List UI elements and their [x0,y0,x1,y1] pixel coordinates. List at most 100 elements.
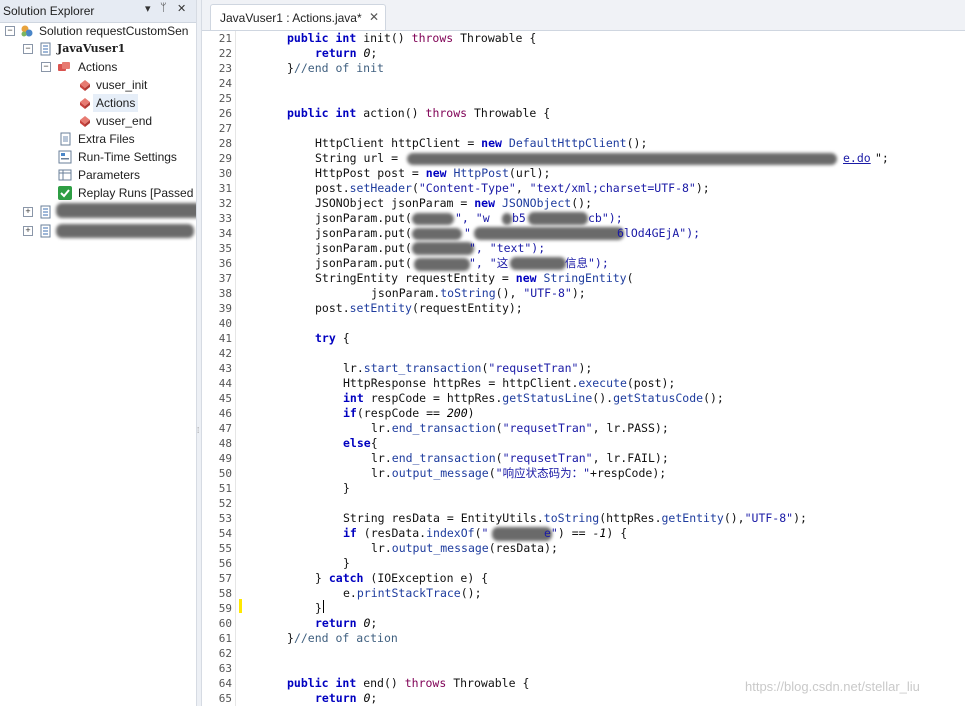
line-number: 38 [218,287,232,300]
tree-node-actions-folder[interactable]: − Actions [0,58,196,76]
line-number: 39 [218,302,232,315]
code-line: jsonParam.put( [315,256,412,270]
redaction-blur [528,212,588,225]
code-line: String url = [315,151,406,165]
solution-icon [21,25,33,37]
parameters-label: Parameters [78,168,141,182]
code-line: ", "w [455,211,490,225]
parameters-icon [58,169,72,181]
solution-explorer-title: Solution Explorer [3,4,95,18]
tree-node-redacted-script[interactable]: + [0,222,196,240]
line-number: 33 [218,212,232,225]
code-line: JSONObject jsonParam = new JSONObject(); [315,196,592,210]
line-number: 56 [218,557,232,570]
line-number: 53 [218,512,232,525]
line-number: 65 [218,692,232,705]
pin-icon[interactable]: ᛘ [160,2,167,14]
redaction-blur [407,153,837,165]
collapse-toggle-icon[interactable]: − [41,62,51,72]
code-line: else{ [343,436,378,450]
line-number: 47 [218,422,232,435]
tree-node-actions[interactable]: Actions [0,94,196,112]
code-line: cb"); [588,211,623,225]
tree-node-extra-files[interactable]: Extra Files [0,130,196,148]
redaction-blur [414,258,470,271]
code-line: HttpPost post = new HttpPost(url); [315,166,551,180]
runtime-settings-label: Run-Time Settings [78,150,177,164]
action-icon [80,98,90,109]
tree-node-redacted-script[interactable]: + [0,203,202,221]
line-number: 42 [218,347,232,360]
code-line: public int end() throws Throwable { [287,676,530,690]
editor-tab-bar: JavaVuser1 : Actions.java* ✕ [202,0,965,31]
redaction-blur [412,242,474,255]
tree-node-vuser-init[interactable]: vuser_init [0,76,196,94]
line-number: 52 [218,497,232,510]
collapse-toggle-icon[interactable]: − [23,44,33,54]
code-line: } [343,481,350,495]
line-number: 35 [218,242,232,255]
code-line: try { [315,331,350,345]
line-number: 43 [218,362,232,375]
extra-files-label: Extra Files [78,132,135,146]
tree-node-runtime-settings[interactable]: Run-Time Settings [0,148,196,166]
line-number: 57 [218,572,232,585]
check-icon [58,186,72,200]
code-editor[interactable]: 21 22 23 24 25 26 27 28 29 30 31 32 33 34 35 36 37 38 39 40… [202,31,965,706]
replay-runs-label: Replay Runs [Passed [78,186,194,200]
code-line: e") == -1) { [544,526,628,540]
code-line: " [464,226,471,240]
expand-toggle-icon[interactable]: + [23,207,33,217]
code-line: }//end of init [287,61,384,75]
line-number: 36 [218,257,232,270]
code-line: } [315,601,322,615]
line-number: 59 [218,602,232,615]
expand-toggle-icon[interactable]: + [23,226,33,236]
line-number-gutter: 21 22 23 24 25 26 27 28 29 30 31 32 33 34 35 36 37 38 39 40… [202,31,236,706]
solution-explorer-header: Solution Explorer ▾ ᛘ ✕ [0,0,196,23]
solution-label: Solution requestCustomSen [39,24,189,38]
line-number: 29 [218,152,232,165]
actions-folder-icon [58,62,70,71]
collapse-toggle-icon[interactable]: − [5,26,15,36]
tab-actions-java[interactable]: JavaVuser1 : Actions.java* ✕ [210,4,386,30]
line-number: 41 [218,332,232,345]
code-line: lr.output_message(resData); [371,541,558,555]
code-line: public int action() throws Throwable { [287,106,551,120]
line-number: 28 [218,137,232,150]
tree-node-parameters[interactable]: Parameters [0,166,196,184]
line-number: 61 [218,632,232,645]
code-line: lr.end_transaction("requsetTran", lr.PAS… [371,421,669,435]
line-number: 44 [218,377,232,390]
code-line: "; [875,151,889,165]
line-number: 49 [218,452,232,465]
line-number: 64 [218,677,232,690]
action-icon [80,80,90,91]
action-label: vuser_init [96,78,148,92]
tree-node-vuser-end[interactable]: vuser_end [0,112,196,130]
code-line: ", "这 [469,256,509,270]
close-icon[interactable]: ✕ [177,2,186,15]
tab-close-icon[interactable]: ✕ [369,10,379,24]
script-label: JavaVuser1 [57,42,126,55]
tree-node-replay-runs[interactable]: Replay Runs [Passed [0,184,196,202]
line-number: 58 [218,587,232,600]
code-line: lr.end_transaction("requsetTran", lr.FAI… [371,451,669,465]
code-line: jsonParam.put( [315,211,412,225]
line-number: 40 [218,317,232,330]
line-number: 60 [218,617,232,630]
code-line: return 0; [315,616,378,630]
code-line: HttpResponse httpRes = httpClient.execut… [343,376,676,390]
splitter-grip-icon[interactable]: ⁞ [197,427,201,435]
line-number: 24 [218,77,232,90]
tree-node-solution[interactable]: − Solution requestCustomSen [0,22,196,40]
code-line: }//end of action [287,631,398,645]
code-line: } [343,556,350,570]
line-number: 22 [218,47,232,60]
line-number: 21 [218,32,232,45]
line-number: 30 [218,167,232,180]
tree-node-script[interactable]: − JavaVuser1 [0,40,196,58]
redaction-blur [502,213,512,225]
dropdown-icon[interactable]: ▾ [145,2,151,15]
watermark: https://blog.csdn.net/stellar_liu [745,679,920,694]
